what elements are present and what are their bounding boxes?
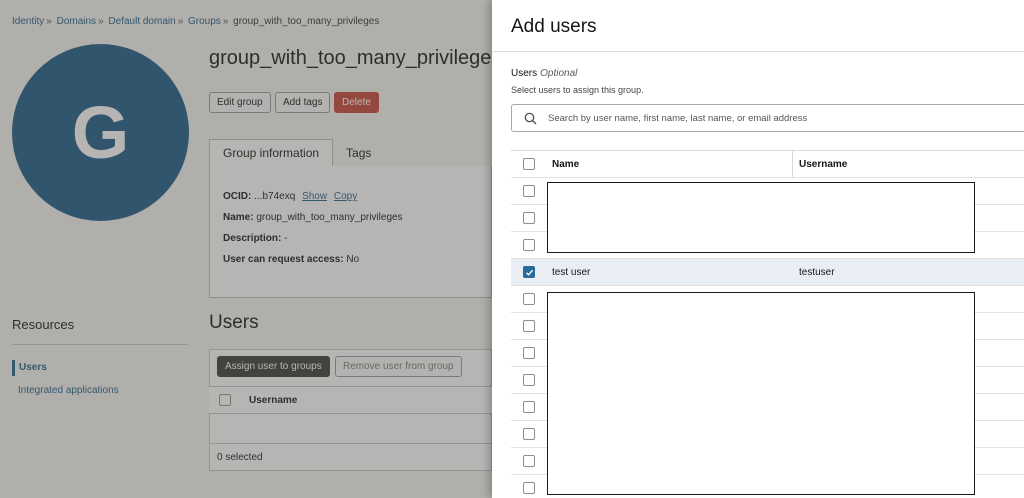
breadcrumb: Identity» Domains» Default domain» Group… [12,16,379,27]
select-all-checkbox[interactable] [219,394,231,406]
users-field-help: Select users to assign this group. [511,85,644,95]
request-access-label: User can request access: [223,254,344,265]
users-label-text: Users [511,68,538,79]
breadcrumb-current: group_with_too_many_privileges [233,16,380,27]
breadcrumb-identity[interactable]: Identity [12,16,44,27]
row-checkbox[interactable] [523,239,535,251]
breadcrumb-default-domain[interactable]: Default domain [108,16,175,27]
breadcrumb-groups[interactable]: Groups [188,16,221,27]
tab-bar: Group information Tags [209,139,384,167]
ocid-label: OCID: [223,191,252,202]
username-cell: testuser [799,266,835,278]
edit-group-button[interactable]: Edit group [209,92,271,113]
users-table-header: Username [209,386,492,414]
row-checkbox[interactable] [523,320,535,332]
user-search-input[interactable] [548,109,1008,127]
avatar-letter: G [71,91,130,174]
redacted-rows-block [547,292,975,495]
resource-item-users[interactable]: Users [12,360,188,376]
row-checkbox[interactable] [523,347,535,359]
resources-title: Resources [12,317,75,332]
row-checkbox[interactable] [523,185,535,197]
resources-divider [12,344,188,345]
select-all-users-checkbox[interactable] [523,158,535,170]
breadcrumb-separator: » [46,16,52,27]
request-access-value: No [346,254,360,265]
tab-group-information[interactable]: Group information [209,139,334,167]
row-checkbox[interactable] [523,401,535,413]
breadcrumb-separator: » [98,16,104,27]
row-checkbox[interactable] [523,293,535,305]
ocid-value: ...b74exq [254,191,296,202]
row-checkbox[interactable] [523,374,535,386]
description-line: Description: - [223,233,287,244]
username-column-header[interactable]: Username [793,151,1024,177]
name-line: Name: group_with_too_many_privileges [223,212,403,223]
row-checkbox[interactable] [523,482,535,494]
breadcrumb-separator: » [222,16,229,27]
users-section-title: Users [209,312,259,333]
users-field-label: Users Optional [511,68,577,79]
tab-tags[interactable]: Tags [333,139,384,167]
row-checkbox-checked[interactable] [523,266,535,278]
row-checkbox[interactable] [523,455,535,467]
table-header-row: Name Username [511,151,1024,178]
name-label: Name: [223,212,254,223]
name-value: group_with_too_many_privileges [256,212,403,223]
assign-user-button[interactable]: Assign user to groups [217,356,330,377]
drawer-header: Add users [492,0,1024,52]
page-title: group_with_too_many_privileges [209,47,502,69]
ocid-line: OCID: ...b74exq Show Copy [223,191,357,202]
add-users-drawer: Add users Users Optional Select users to … [492,0,1024,498]
optional-tag: Optional [540,68,578,79]
delete-button[interactable]: Delete [334,92,379,113]
row-checkbox[interactable] [523,428,535,440]
resource-item-integrated-applications[interactable]: Integrated applications [12,385,188,396]
drawer-title: Add users [511,16,597,37]
selected-count: 0 selected [209,443,492,471]
user-search-box[interactable] [511,104,1024,132]
redacted-rows-block [547,182,975,253]
name-column-header[interactable]: Name [547,151,793,177]
checkmark-icon [525,269,533,276]
description-label: Description: [223,233,282,244]
breadcrumb-separator: » [177,16,184,27]
group-info-panel [209,166,492,298]
row-checkbox[interactable] [523,212,535,224]
table-row-selected[interactable]: test user testuser [511,259,1024,286]
description-value: - [284,233,288,244]
breadcrumb-domains[interactable]: Domains [57,16,96,27]
remove-user-button[interactable]: Remove user from group [335,356,462,377]
search-icon [524,112,537,125]
copy-ocid-link[interactable]: Copy [334,191,357,202]
request-access-line: User can request access: No [223,254,359,265]
show-ocid-link[interactable]: Show [302,191,327,202]
username-column-header: Username [249,395,298,406]
add-tags-button[interactable]: Add tags [275,92,331,113]
group-avatar: G [12,44,189,221]
user-name-cell: test user [552,266,591,278]
